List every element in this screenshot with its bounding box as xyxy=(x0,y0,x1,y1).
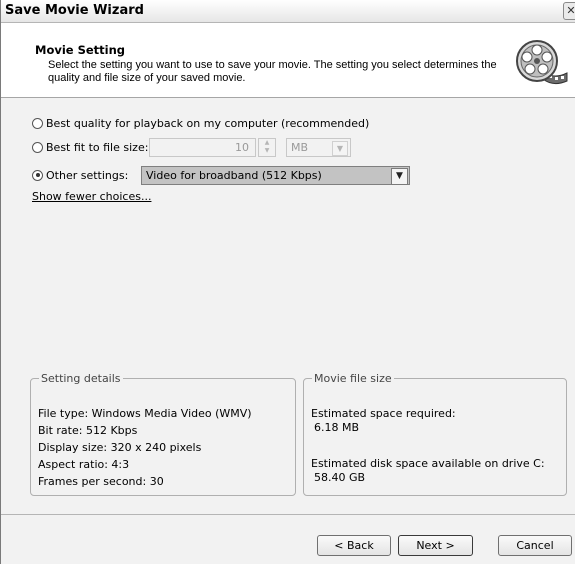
spinner-up-icon[interactable]: ▲ xyxy=(259,139,275,147)
space-required-label: Estimated space required: xyxy=(311,407,456,420)
spinner-down-icon[interactable]: ▼ xyxy=(259,147,275,155)
back-button[interactable]: < Back xyxy=(317,535,391,556)
save-movie-wizard-window: Save Movie Wizard ✕ Movie Setting Select… xyxy=(0,0,575,564)
space-available-value: 58.40 GB xyxy=(314,471,366,484)
title-bar[interactable]: Save Movie Wizard ✕ xyxy=(1,0,575,23)
window-title: Save Movie Wizard xyxy=(5,3,144,18)
page-title: Movie Setting xyxy=(35,43,126,57)
setting-details-title: Setting details xyxy=(41,372,121,385)
other-settings-label: Other settings: xyxy=(46,168,129,182)
setting-detail-line: Bit rate: 512 Kbps xyxy=(38,424,138,437)
film-reel-icon xyxy=(516,40,568,85)
cancel-button[interactable]: Cancel xyxy=(498,535,572,556)
space-required-value: 6.18 MB xyxy=(314,421,360,434)
other-settings-select[interactable]: Video for broadband (512 Kbps) ▼ xyxy=(141,166,410,185)
movie-file-size-title: Movie file size xyxy=(314,372,392,385)
file-size-input[interactable]: 10 xyxy=(149,138,256,157)
show-fewer-choices-link[interactable]: Show fewer choices... xyxy=(32,190,151,203)
file-size-spinner[interactable]: ▲ ▼ xyxy=(258,138,276,157)
chevron-down-icon[interactable]: ▼ xyxy=(391,168,408,185)
setting-detail-line: Frames per second: 30 xyxy=(38,475,164,488)
best-fit-option[interactable]: Best fit to file size: xyxy=(32,138,148,156)
movie-file-size-group: Movie file size Estimated space required… xyxy=(303,372,567,496)
space-available-label: Estimated disk space available on drive … xyxy=(311,457,545,470)
setting-detail-line: File type: Windows Media Video (WMV) xyxy=(38,407,252,420)
unit-value: MB xyxy=(291,141,309,154)
chevron-down-icon[interactable]: ▼ xyxy=(332,141,348,156)
best-quality-option[interactable]: Best quality for playback on my computer… xyxy=(32,114,369,132)
best-quality-label: Best quality for playback on my computer… xyxy=(46,116,370,130)
footer-divider xyxy=(1,514,575,515)
other-settings-option[interactable]: Other settings: xyxy=(32,166,128,184)
close-button[interactable]: ✕ xyxy=(563,2,575,20)
setting-detail-line: Aspect ratio: 4:3 xyxy=(38,458,130,471)
other-settings-radio[interactable] xyxy=(32,169,43,181)
best-fit-label: Best fit to file size: xyxy=(46,140,149,154)
page-description: Select the setting you want to use to sa… xyxy=(48,59,497,84)
best-fit-radio[interactable] xyxy=(32,141,43,153)
setting-details-group: Setting details File type: Windows Media… xyxy=(30,372,296,496)
wizard-header: Movie Setting Select the setting you wan… xyxy=(1,23,575,98)
best-quality-radio[interactable] xyxy=(32,117,43,129)
next-button[interactable]: Next > xyxy=(398,535,473,556)
other-settings-value: Video for broadband (512 Kbps) xyxy=(146,169,322,182)
file-size-unit-select[interactable]: MB ▼ xyxy=(286,138,351,157)
close-icon: ✕ xyxy=(566,4,575,17)
setting-detail-line: Display size: 320 x 240 pixels xyxy=(38,441,202,454)
